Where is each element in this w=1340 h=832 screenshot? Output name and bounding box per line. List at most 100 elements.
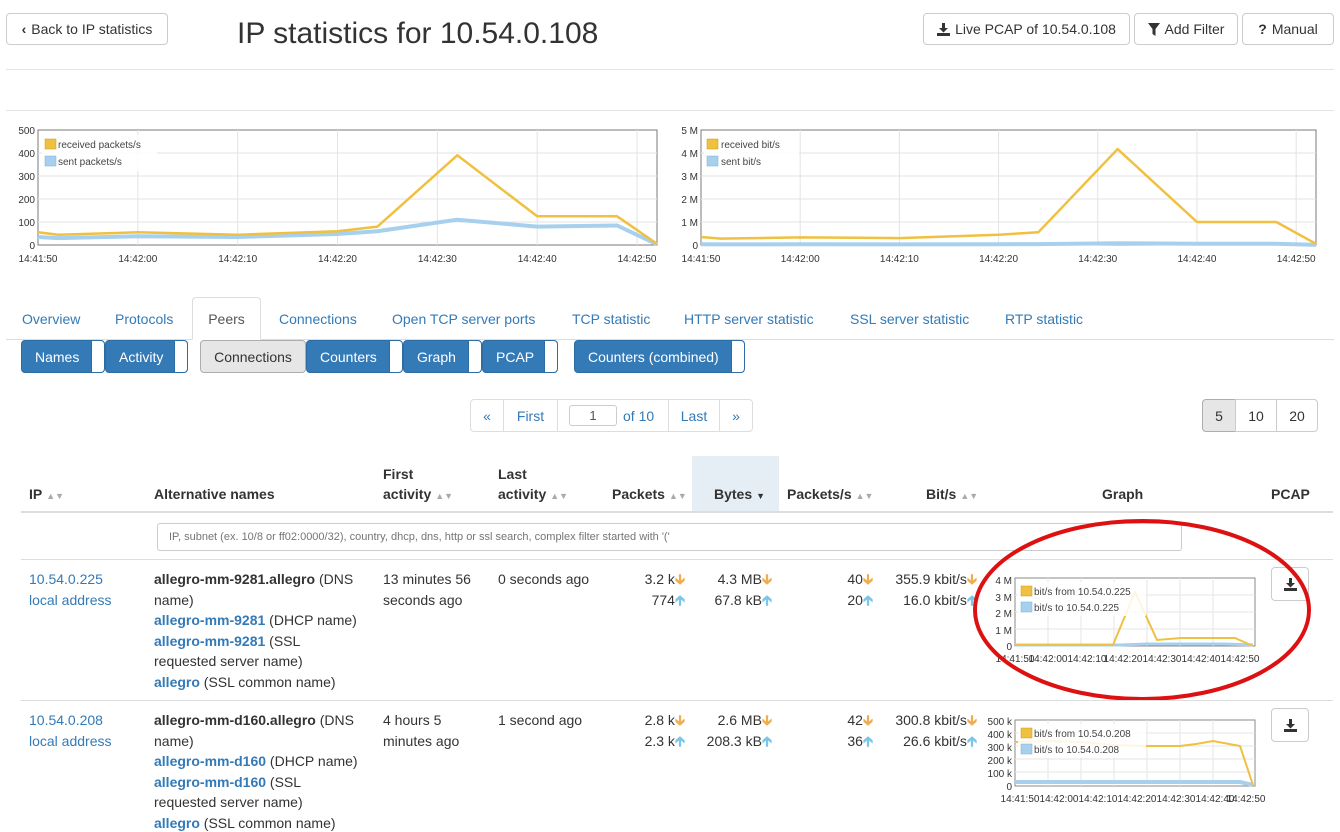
add-filter-button[interactable]: Add Filter [1134,13,1238,45]
checkbox[interactable] [468,341,481,372]
name-link[interactable]: allegro-mm-d160 [154,753,266,769]
page-size-5[interactable]: 5 [1202,399,1236,432]
checkbox[interactable] [544,341,557,372]
header-first-activity[interactable]: First activity ▲▼ [383,464,453,506]
svg-text:14:42:30: 14:42:30 [1157,794,1196,805]
legend-swatch-sent [706,155,719,167]
y-tick-label: 5 M [681,126,698,137]
ip-link[interactable]: 10.54.0.208 [29,710,112,731]
checkbox[interactable] [174,341,187,372]
tab-ssl-server-statistic[interactable]: SSL server statistic [850,311,969,327]
ip-note: local address [29,732,112,749]
row-graph: 500 k 400 k 300 k 200 k 100 k 0 14:41:50… [988,717,1266,805]
toggle-activity[interactable]: Activity [105,340,188,373]
pagination-current: of 10 [557,399,669,432]
legend-sent: sent bit/s [721,157,761,168]
page-size-10[interactable]: 10 [1235,399,1277,432]
header-divider [6,69,1334,70]
header-alternative-names: Alternative names [154,486,275,502]
svg-text:14:42:50: 14:42:50 [1227,794,1266,805]
page-number-input[interactable] [569,405,617,426]
ip-link[interactable]: 10.54.0.225 [29,569,112,590]
legend-received: received bit/s [721,140,780,151]
y-tick-label: 100 [18,218,35,229]
arrow-up-icon: 🡱 [862,591,873,608]
tab-http-server-statistic[interactable]: HTTP server statistic [684,311,814,327]
arrow-up-icon: 🡱 [674,732,685,749]
x-tick-label: 14:42:40 [518,254,557,265]
packets-cell: 2.8 k🡳 2.3 k🡱 [644,712,685,749]
last-activity: 0 seconds ago [498,571,590,587]
page-title: IP statistics for 10.54.0.108 [237,17,599,50]
tab-overview[interactable]: Overview [22,311,80,327]
table-header-divider [21,511,1333,513]
toggle-pcap[interactable]: PCAP [482,340,558,373]
toggle-counters-combined[interactable]: Counters (combined) [574,340,745,373]
graph-legend: bit/s from 10.54.0.208 bit/s to 10.54.0.… [1018,724,1146,758]
svg-text:200 k: 200 k [988,756,1013,767]
y-tick-label: 400 [18,149,35,160]
bytes-cell: 2.6 MB🡳 208.3 kB🡱 [706,712,772,749]
y-tick-label: 0 [29,241,35,252]
tab-tcp-statistic[interactable]: TCP statistic [572,311,650,327]
header-packets-per-second[interactable]: Packets/s ▲▼ [787,484,873,506]
toggle-names[interactable]: Names [21,340,105,373]
tab-rtp-statistic[interactable]: RTP statistic [1005,311,1083,327]
header-last-activity[interactable]: Last activity ▲▼ [498,464,568,506]
tab-protocols[interactable]: Protocols [115,311,173,327]
x-tick-label: 14:42:30 [418,254,457,265]
checkbox[interactable] [389,341,402,372]
arrow-up-icon: 🡱 [674,591,685,608]
name-link[interactable]: allegro-mm-d160 [154,774,266,790]
svg-text:100 k: 100 k [988,769,1013,780]
x-tick-label: 14:42:00 [781,254,820,265]
chart-legend: received packets/s sent packets/s [42,135,157,171]
x-tick-label: 14:41:50 [682,254,721,265]
pagination-first[interactable]: First [503,399,558,432]
toggle-connections[interactable]: Connections [200,340,306,373]
first-activity: 4 hours 5 minutes ago [383,712,460,749]
tab-connections[interactable]: Connections [279,311,357,327]
svg-text:400 k: 400 k [988,730,1013,741]
packets-chart: 500 400 300 200 100 0 14:41:50 14:42:00 14:42:1… [18,126,658,265]
pagination-last[interactable]: Last [668,399,720,432]
pagination-prev[interactable]: « [470,399,504,432]
name-link[interactable]: allegro [154,674,200,690]
bits-per-second-cell: 300.8 kbit/s🡳 26.6 kbit/s🡱 [895,712,977,749]
y-tick-label: 1 M [681,218,698,229]
download-icon [1283,718,1297,732]
pcap-download-button[interactable] [1271,708,1309,742]
checkbox[interactable] [731,341,744,372]
y-tick-label: 500 [18,126,35,137]
packets-cell: 3.2 k🡳 774🡱 [644,571,685,608]
header-packets[interactable]: Packets ▲▼ [612,484,687,506]
y-axis-ticks: 5 M 4 M 3 M 2 M 1 M 0 [681,126,698,252]
filter-icon [1147,22,1160,36]
pagination-next[interactable]: » [719,399,753,432]
live-pcap-button[interactable]: Live PCAP of 10.54.0.108 [923,13,1130,45]
x-axis-ticks: 14:41:50 14:42:00 14:42:10 14:42:20 14:42:30… [19,254,657,265]
legend-received: received packets/s [58,140,141,151]
tab-open-tcp-server-ports[interactable]: Open TCP server ports [392,311,535,327]
toggle-counters[interactable]: Counters [306,340,403,373]
name-link[interactable]: allegro-mm-9281 [154,633,265,649]
tab-peers[interactable]: Peers [192,297,261,340]
legend-sent: bit/s to 10.54.0.208 [1034,745,1120,756]
name-link[interactable]: allegro-mm-9281 [154,612,265,628]
arrow-down-icon: 🡳 [862,712,873,728]
svg-text:14:42:10: 14:42:10 [1079,794,1118,805]
back-button[interactable]: ‹ Back to IP statistics [6,13,168,45]
name-link[interactable]: allegro [154,815,200,831]
alternative-names: allegro-mm-d160.allegro (DNS name) alleg… [154,712,358,831]
manual-button[interactable]: ? Manual [1242,13,1334,45]
svg-text:0: 0 [1006,782,1012,793]
x-tick-label: 14:42:30 [1078,254,1117,265]
x-tick-label: 14:41:50 [19,254,58,265]
checkbox[interactable] [91,341,104,372]
page-size-20[interactable]: 20 [1276,399,1318,432]
toggle-graph[interactable]: Graph [403,340,482,373]
header-bytes[interactable]: Bytes ▼ [714,484,765,506]
header-ip[interactable]: IP ▲▼ [29,484,64,506]
header-bits-per-second[interactable]: Bit/s ▲▼ [926,484,978,506]
alternative-names: allegro-mm-9281.allegro (DNS name) alleg… [154,571,357,690]
